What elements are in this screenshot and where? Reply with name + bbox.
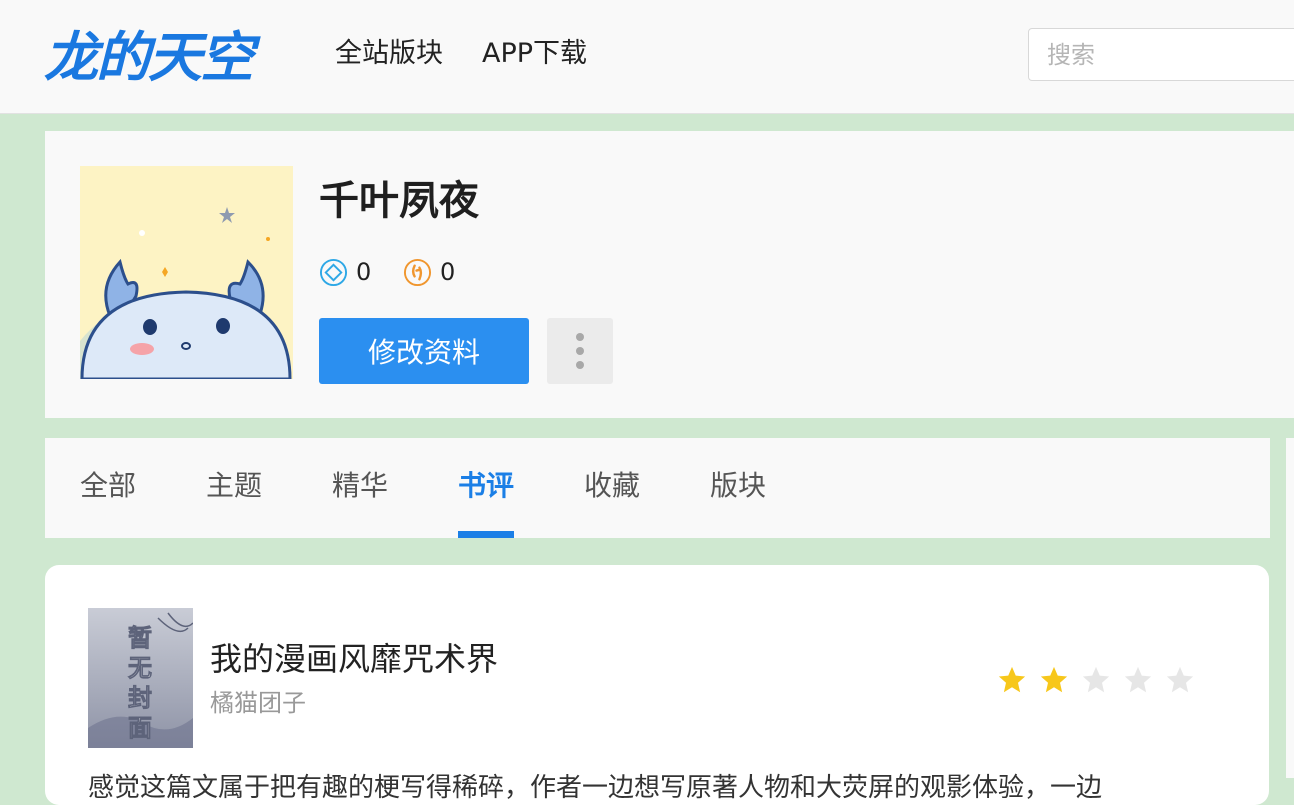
cover-char: 暂 (128, 624, 152, 652)
logo-text: 龙的天空 (44, 26, 261, 84)
search-input[interactable] (1028, 28, 1294, 81)
star-filled-icon (998, 666, 1026, 693)
profile-card: 千叶夙夜 0 0 修改资料 (45, 131, 1294, 418)
cover-char: 封 (128, 684, 152, 712)
tab-featured[interactable]: 精华 (332, 468, 388, 504)
coin-count: 0 (440, 258, 456, 286)
nav-app-download[interactable]: APP下载 (482, 36, 587, 72)
cover-char: 面 (128, 714, 152, 742)
coin-icon (403, 258, 432, 286)
star-empty-icon (1082, 666, 1110, 693)
review-card[interactable]: 暂 无 封 面 我的漫画风靡咒术界 橘猫团子 感觉这篇文属于把有趣的梗写得稀碎，… (45, 565, 1269, 805)
rating-stars (997, 665, 1195, 695)
tab-topics[interactable]: 主题 (206, 468, 262, 504)
star-empty-icon (1124, 666, 1152, 693)
sidebar-edge (1286, 438, 1294, 778)
tab-reviews[interactable]: 书评 (458, 468, 514, 504)
review-excerpt[interactable]: 感觉这篇文属于把有趣的梗写得稀碎，作者一边想写原著人物和大荧屏的观影体验，一边 (88, 771, 1248, 805)
nav-all-boards[interactable]: 全站版块 (335, 36, 443, 72)
tab-boards[interactable]: 版块 (710, 468, 766, 504)
more-dot-icon (576, 361, 584, 369)
top-bar: 龙的天空 全站版块 APP下载 (0, 0, 1294, 114)
more-options-button[interactable] (547, 318, 613, 384)
tab-all[interactable]: 全部 (80, 468, 136, 504)
diamond-count: 0 (356, 258, 372, 286)
book-title[interactable]: 我的漫画风靡咒术界 (210, 639, 498, 679)
avatar[interactable] (80, 166, 293, 379)
more-dot-icon (576, 347, 584, 355)
site-logo[interactable]: 龙的天空 (44, 24, 268, 84)
edit-profile-button[interactable]: 修改资料 (319, 318, 529, 384)
star-empty-icon (1166, 666, 1194, 693)
tab-favorites[interactable]: 收藏 (584, 468, 640, 504)
diamond-stat: 0 (319, 257, 371, 287)
book-cover[interactable]: 暂 无 封 面 (88, 608, 193, 748)
book-author[interactable]: 橘猫团子 (210, 687, 306, 719)
more-dot-icon (576, 333, 584, 341)
diamond-icon (319, 258, 348, 286)
username: 千叶夙夜 (319, 178, 479, 224)
coin-stat: 0 (403, 257, 455, 287)
profile-tabs: 全部 主题 精华 书评 收藏 版块 (45, 438, 1270, 538)
cover-char: 无 (128, 654, 152, 682)
active-tab-indicator (458, 531, 514, 538)
star-filled-icon (1040, 666, 1068, 693)
